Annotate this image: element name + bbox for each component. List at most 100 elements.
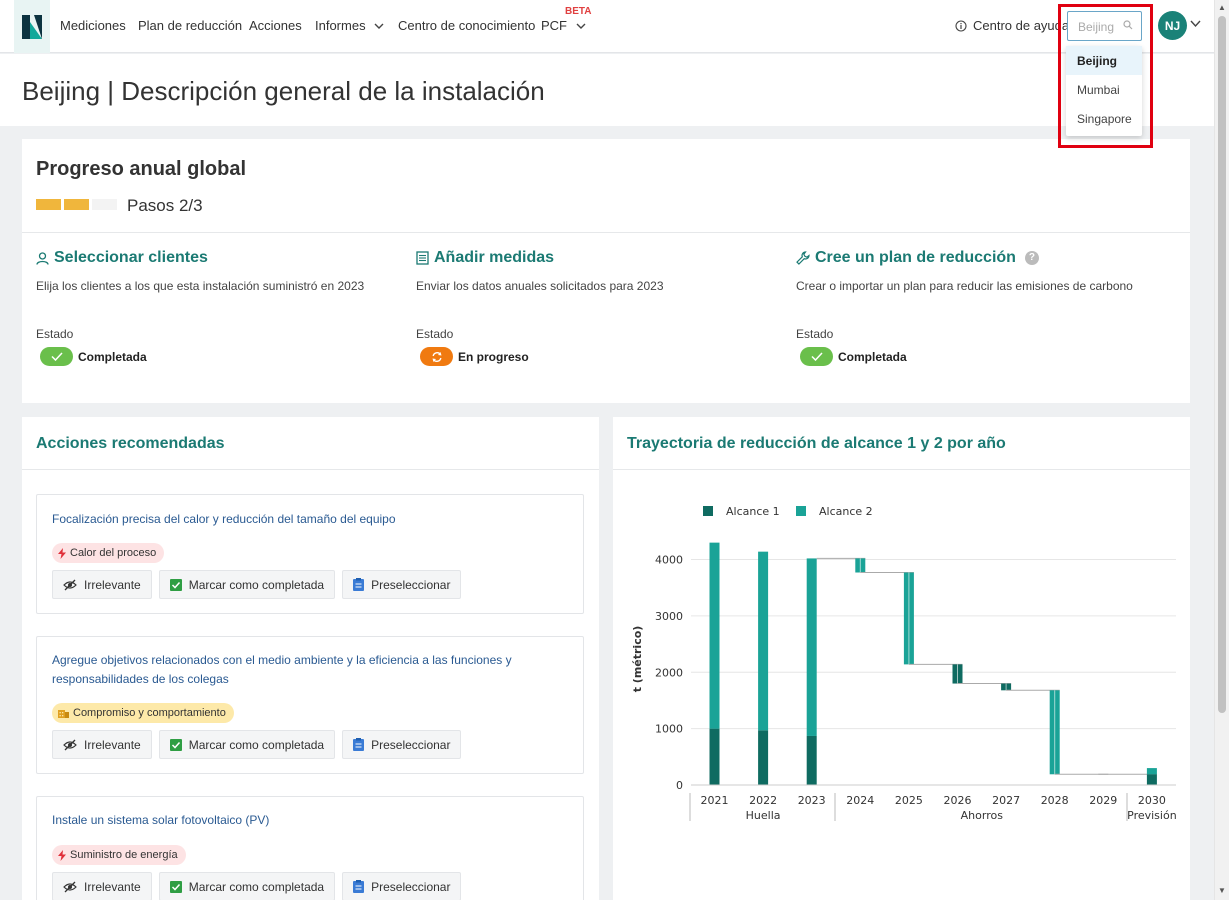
beta-badge: BETA: [565, 6, 592, 17]
bar-alcance-1: [709, 728, 720, 785]
step-title-label: Cree un plan de reducción: [815, 249, 1016, 266]
action-title-link[interactable]: Focalización precisa del calor y reducci…: [52, 510, 552, 529]
facility-search-input[interactable]: Beijing: [1067, 11, 1142, 41]
irrelevant-label: Irrelevante: [84, 737, 141, 752]
chevron-down-icon[interactable]: [1190, 20, 1201, 28]
status-label: Estado: [796, 327, 834, 341]
eye-slash-icon: [63, 881, 77, 892]
step-title-label: Seleccionar clientes: [54, 249, 208, 266]
mark-complete-button[interactable]: Marcar como completada: [158, 872, 336, 900]
list-icon: [416, 251, 429, 265]
facility-dropdown: Beijing Mumbai Singapore: [1066, 46, 1142, 136]
dropdown-option-mumbai[interactable]: Mumbai: [1066, 75, 1142, 104]
x-tick-label: 2026: [944, 794, 972, 807]
help-question-icon[interactable]: ?: [1024, 251, 1039, 265]
trajectory-chart: 0 1000 2000 3000 4000 t (métrico) Alcance 1 Alc…: [631, 505, 1177, 822]
help-center-label: Centro de ayuda: [973, 18, 1070, 33]
status-badge: Completada: [800, 347, 907, 366]
help-center-link[interactable]: Centro de ayuda: [955, 18, 1069, 33]
x-tick-label: 2022: [749, 794, 777, 807]
user-avatar[interactable]: NJ: [1158, 11, 1187, 40]
step-title[interactable]: Cree un plan de reducción ?: [796, 249, 1166, 267]
irrelevant-button[interactable]: Irrelevante: [52, 570, 152, 599]
scroll-down-arrow-icon[interactable]: ▼: [1218, 886, 1226, 895]
scroll-up-arrow-icon[interactable]: ▲: [1218, 3, 1226, 12]
step-title[interactable]: Añadir medidas: [416, 249, 786, 267]
legend-swatch: [796, 506, 806, 516]
group-label: Ahorros: [961, 809, 1004, 822]
mark-complete-label: Marcar como completada: [188, 879, 325, 894]
irrelevant-button[interactable]: Irrelevante: [52, 872, 152, 900]
action-title-link[interactable]: Instale un sistema solar fotovoltaico (P…: [52, 811, 552, 830]
irrelevant-label: Irrelevante: [84, 879, 141, 894]
page-scrollbar[interactable]: ▲ ▼: [1214, 0, 1229, 900]
step-description: Enviar los datos anuales solicitados par…: [416, 279, 664, 293]
status-text: Completada: [838, 349, 907, 364]
progress-step-bar: [36, 199, 61, 210]
irrelevant-button[interactable]: Irrelevante: [52, 730, 152, 759]
clipboard-icon: [353, 578, 365, 591]
nav-pcf-label: PCF: [541, 18, 567, 33]
legend-label: Alcance 1: [726, 505, 780, 518]
search-icon: [1123, 20, 1133, 30]
mark-complete-button[interactable]: Marcar como completada: [158, 730, 336, 759]
y-tick-label: 2000: [655, 666, 683, 679]
action-buttons: Irrelevante Marcar como completada Prese…: [52, 872, 462, 900]
dropdown-option-beijing[interactable]: Beijing: [1066, 46, 1142, 75]
step-create-reduction-plan: Cree un plan de reducción ? Crear o impo…: [796, 249, 1166, 366]
x-tick-label: 2024: [846, 794, 874, 807]
irrelevant-label: Irrelevante: [84, 577, 141, 592]
recommended-action-item: Focalización precisa del calor y reducci…: [36, 494, 584, 614]
status-badge: En progreso: [420, 347, 529, 366]
nav-plan-de-reduccion[interactable]: Plan de reducción: [138, 18, 242, 33]
user-icon: [36, 251, 49, 265]
shortlist-label: Preseleccionar: [371, 879, 451, 894]
shortlist-button[interactable]: Preseleccionar: [342, 872, 462, 900]
y-tick-label: 1000: [655, 723, 683, 736]
bar-alcance-2: [1146, 768, 1157, 775]
shortlist-button[interactable]: Preseleccionar: [342, 570, 462, 599]
action-title-link[interactable]: Agregue objetivos relacionados con el me…: [52, 651, 552, 689]
logo-icon: [22, 14, 42, 39]
reduction-trajectory-card: Trayectoria de reducción de alcance 1 y …: [613, 417, 1190, 900]
page-title: Beijing | Descripción general de la inst…: [22, 76, 545, 106]
nav-centro-de-conocimiento[interactable]: Centro de conocimiento: [398, 18, 535, 33]
mark-complete-button[interactable]: Marcar como completada: [158, 570, 336, 599]
wrench-icon: [796, 251, 810, 265]
scrollbar-thumb[interactable]: [1218, 16, 1226, 713]
progress-steps-label: Pasos 2/3: [127, 196, 203, 215]
chevron-down-icon: [374, 23, 384, 29]
nav-informes[interactable]: Informes: [315, 18, 384, 33]
status-label: Estado: [36, 327, 74, 341]
card-title: Acciones recomendadas: [36, 435, 225, 452]
nav-informes-label: Informes: [315, 18, 366, 33]
y-axis-label: t (métrico): [631, 626, 644, 693]
facility-search-value: Beijing: [1078, 20, 1115, 34]
shortlist-button[interactable]: Preseleccionar: [342, 730, 462, 759]
x-tick-label: 2030: [1138, 794, 1166, 807]
app-logo[interactable]: [14, 0, 50, 53]
category-tag-label: Calor del proceso: [70, 547, 157, 559]
shortlist-label: Preseleccionar: [371, 577, 451, 592]
mark-complete-label: Marcar como completada: [188, 737, 325, 752]
recommended-action-item: Agregue objetivos relacionados con el me…: [36, 636, 584, 774]
step-title-label: Añadir medidas: [434, 249, 555, 266]
step-title[interactable]: Seleccionar clientes: [36, 249, 406, 267]
nav-acciones[interactable]: Acciones: [249, 18, 302, 33]
status-text: En progreso: [458, 349, 529, 364]
x-tick-label: 2025: [895, 794, 923, 807]
step-description: Crear o importar un plan para reducir la…: [796, 279, 1133, 293]
mark-complete-label: Marcar como completada: [188, 577, 325, 592]
shortlist-label: Preseleccionar: [371, 737, 451, 752]
status-label: Estado: [416, 327, 454, 341]
nav-pcf[interactable]: PCF: [541, 18, 586, 33]
progress-title: Progreso anual global: [36, 158, 247, 180]
clipboard-icon: [353, 880, 365, 893]
progress-step-bar: [64, 199, 89, 210]
category-tag: Suministro de energía: [52, 845, 186, 865]
bar-alcance-1: [758, 730, 769, 785]
dropdown-option-singapore[interactable]: Singapore: [1066, 104, 1142, 133]
nav-mediciones[interactable]: Mediciones: [60, 18, 126, 33]
lightning-icon: [58, 849, 66, 861]
bar-alcance-2: [806, 558, 817, 736]
